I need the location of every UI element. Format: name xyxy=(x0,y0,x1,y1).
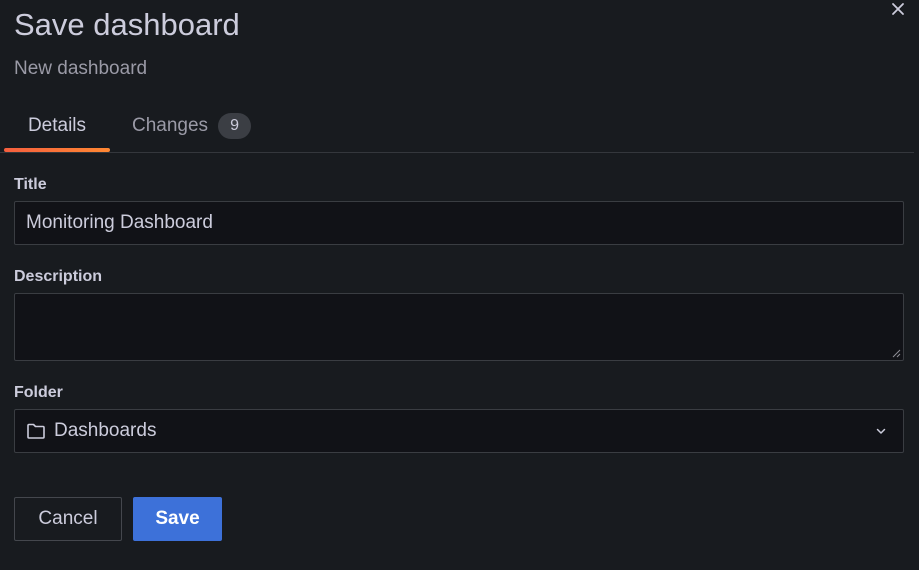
tab-details-label: Details xyxy=(27,115,87,136)
title-input[interactable] xyxy=(14,201,904,245)
resize-grip-icon[interactable] xyxy=(892,349,901,358)
title-label: Title xyxy=(14,176,47,193)
tab-bar: Details Changes 9 xyxy=(0,100,914,153)
drawer-subtitle: New dashboard xyxy=(14,58,148,79)
folder-value: Dashboards xyxy=(54,420,157,441)
cancel-button[interactable]: Cancel xyxy=(14,497,122,541)
drawer-title: Save dashboard xyxy=(14,7,240,42)
tab-changes-label: Changes xyxy=(132,115,209,136)
description-label: Description xyxy=(14,268,103,285)
tab-details[interactable]: Details xyxy=(4,100,110,152)
folder-icon xyxy=(26,422,46,440)
description-textarea[interactable] xyxy=(14,293,904,361)
folder-label: Folder xyxy=(14,384,63,401)
close-icon xyxy=(892,3,904,15)
tab-changes[interactable]: Changes 9 xyxy=(132,100,252,152)
chevron-down-icon xyxy=(874,424,888,438)
save-button[interactable]: Save xyxy=(133,497,222,541)
folder-select[interactable]: Dashboards xyxy=(14,409,904,453)
close-button[interactable] xyxy=(889,0,907,18)
changes-count-badge: 9 xyxy=(218,113,252,139)
save-dashboard-drawer: Save dashboard New dashboard Details Cha… xyxy=(0,0,919,570)
